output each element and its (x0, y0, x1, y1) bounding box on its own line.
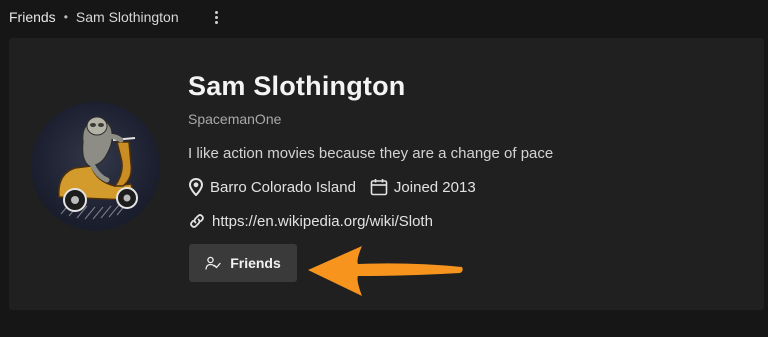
location-text: Barro Colorado Island (210, 178, 356, 196)
website-row: https://en.wikipedia.org/wiki/Sloth (188, 211, 433, 231)
friends-button-label: Friends (230, 255, 281, 271)
location-pin-icon (188, 178, 204, 196)
user-check-icon (205, 256, 221, 270)
sloth-scooter-illustration (58, 116, 138, 220)
breadcrumb-current: Sam Slothington (75, 9, 179, 25)
breadcrumb-separator: • (63, 10, 68, 24)
profile-name: Sam Slothington (188, 71, 406, 101)
profile-bio: I like action movies because they are a … (188, 145, 554, 162)
joined-item: Joined 2013 (370, 178, 476, 196)
website-link[interactable]: https://en.wikipedia.org/wiki/Sloth (212, 213, 433, 230)
breadcrumb: Friends • Sam Slothington (0, 0, 768, 34)
profile-meta: Barro Colorado Island Joined 2013 (188, 177, 476, 197)
breadcrumb-friends-link[interactable]: Friends (9, 9, 56, 25)
calendar-icon (370, 179, 388, 196)
more-options-icon[interactable] (208, 8, 224, 26)
avatar (31, 102, 160, 231)
profile-username: SpacemanOne (188, 111, 282, 127)
annotation-arrow-icon (308, 246, 463, 296)
profile-page: Friends • Sam Slothington Sam Slothingto… (0, 0, 768, 337)
location-item: Barro Colorado Island (188, 178, 356, 196)
link-icon (190, 214, 204, 228)
joined-text: Joined 2013 (393, 178, 476, 196)
friends-button[interactable]: Friends (189, 244, 297, 282)
